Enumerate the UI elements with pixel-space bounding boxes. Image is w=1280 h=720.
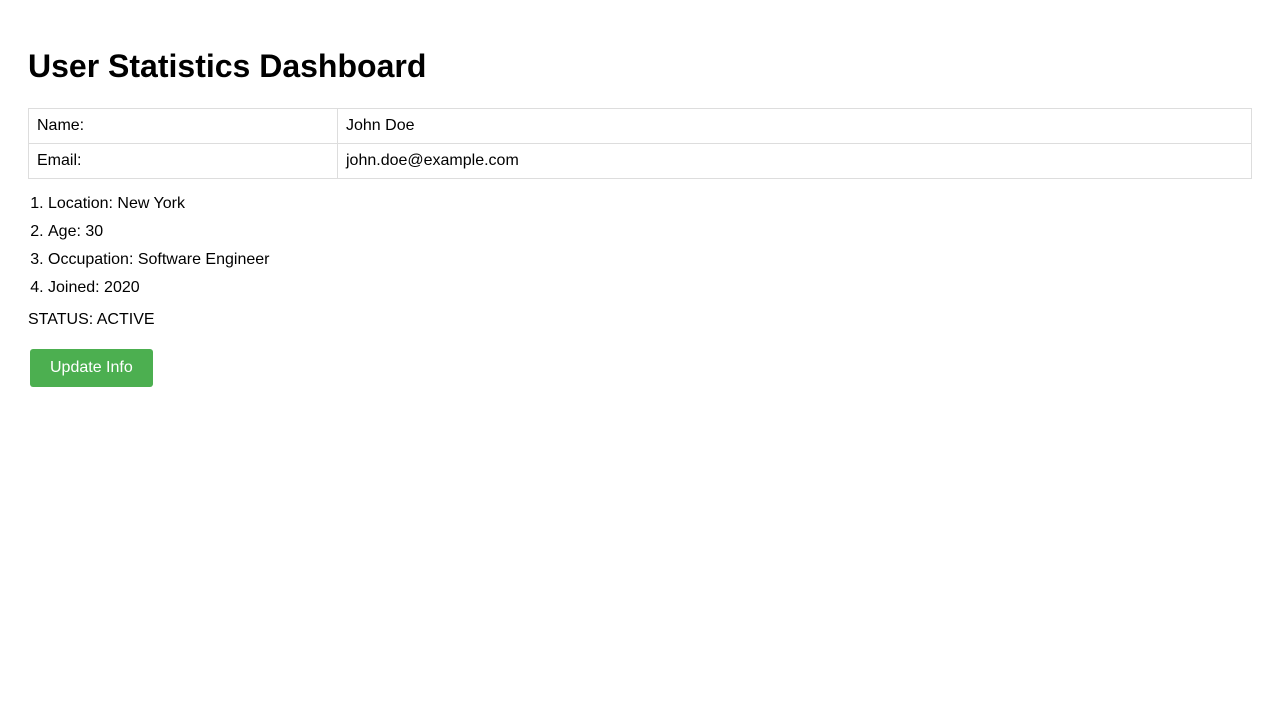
email-value: john.doe@example.com: [337, 143, 1252, 179]
list-item-location: Location: New York: [48, 195, 1252, 213]
dashboard-page: User Statistics Dashboard Name: John Doe…: [0, 0, 1280, 387]
table-row: Name: John Doe: [28, 108, 1252, 144]
name-label: Name:: [28, 108, 338, 144]
status-text: STATUS: ACTIVE: [28, 311, 155, 328]
list-item-occupation: Occupation: Software Engineer: [48, 251, 1252, 269]
user-info-table: Name: John Doe Email: john.doe@example.c…: [28, 108, 1252, 179]
list-item-joined: Joined: 2020: [48, 279, 1252, 297]
page-title: User Statistics Dashboard: [28, 48, 427, 84]
user-details-list: Location: New York Age: 30 Occupation: S…: [28, 195, 1252, 297]
name-value: John Doe: [337, 108, 1252, 144]
update-info-button[interactable]: Update Info: [30, 349, 153, 387]
table-row: Email: john.doe@example.com: [28, 143, 1252, 179]
email-label: Email:: [28, 143, 338, 179]
list-item-age: Age: 30: [48, 223, 1252, 241]
